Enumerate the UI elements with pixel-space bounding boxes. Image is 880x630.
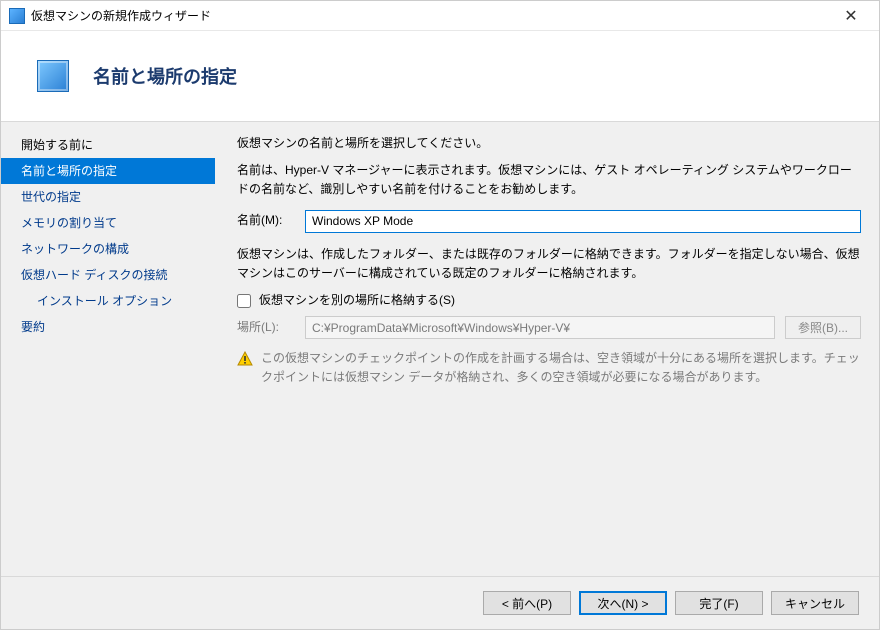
cancel-button[interactable]: キャンセル (771, 591, 859, 615)
sidebar-item-label: ネットワークの構成 (21, 242, 129, 256)
name-input[interactable] (305, 210, 861, 233)
warning-text: この仮想マシンのチェックポイントの作成を計画する場合は、空き領域が十分にある場所… (261, 349, 861, 387)
sidebar-item-label: 名前と場所の指定 (21, 164, 117, 178)
name-description: 名前は、Hyper-V マネージャーに表示されます。仮想マシンには、ゲスト オペ… (237, 161, 861, 199)
button-label: < 前へ(P) (502, 597, 552, 611)
sidebar-item-before-begin[interactable]: 開始する前に (1, 132, 215, 158)
close-icon: ✕ (844, 6, 857, 26)
sidebar-item-install-options[interactable]: インストール オプション (1, 288, 215, 314)
back-button[interactable]: < 前へ(P) (483, 591, 571, 615)
sidebar-item-label: 世代の指定 (21, 190, 81, 204)
store-elsewhere-checkbox[interactable] (237, 294, 251, 308)
sidebar-item-label: 開始する前に (21, 138, 93, 152)
browse-button: 参照(B)... (785, 316, 861, 339)
sidebar-item-label: メモリの割り当て (21, 216, 117, 230)
sidebar-item-label: 仮想ハード ディスクの接続 (21, 268, 168, 282)
sidebar-item-generation[interactable]: 世代の指定 (1, 184, 215, 210)
browse-label: 参照(B)... (798, 321, 848, 335)
next-button[interactable]: 次へ(N) > (579, 591, 667, 615)
warning-row: この仮想マシンのチェックポイントの作成を計画する場合は、空き領域が十分にある場所… (237, 349, 861, 387)
location-row: 場所(L): 参照(B)... (237, 316, 861, 339)
wizard-sidebar: 開始する前に 名前と場所の指定 世代の指定 メモリの割り当て ネットワークの構成… (1, 122, 215, 576)
titlebar: 仮想マシンの新規作成ウィザード ✕ (1, 1, 879, 31)
page-title: 名前と場所の指定 (93, 63, 237, 89)
sidebar-item-network[interactable]: ネットワークの構成 (1, 236, 215, 262)
window-title: 仮想マシンの新規作成ウィザード (31, 7, 831, 24)
wizard-icon (37, 60, 69, 92)
wizard-footer: < 前へ(P) 次へ(N) > 完了(F) キャンセル (1, 577, 879, 629)
location-label: 場所(L): (237, 318, 295, 337)
finish-button[interactable]: 完了(F) (675, 591, 763, 615)
sidebar-item-label: インストール オプション (37, 294, 172, 308)
sidebar-item-label: 要約 (21, 320, 45, 334)
main-area: 開始する前に 名前と場所の指定 世代の指定 メモリの割り当て ネットワークの構成… (1, 121, 879, 577)
sidebar-item-memory[interactable]: メモリの割り当て (1, 210, 215, 236)
sidebar-item-summary[interactable]: 要約 (1, 314, 215, 340)
warning-icon (237, 351, 253, 367)
intro-text: 仮想マシンの名前と場所を選択してください。 (237, 134, 861, 153)
header-banner: 名前と場所の指定 (1, 31, 879, 121)
name-row: 名前(M): (237, 210, 861, 233)
content-pane: 仮想マシンの名前と場所を選択してください。 名前は、Hyper-V マネージャー… (215, 122, 879, 576)
button-label: キャンセル (785, 597, 845, 611)
close-button[interactable]: ✕ (831, 2, 871, 30)
location-description: 仮想マシンは、作成したフォルダー、または既存のフォルダーに格納できます。フォルダ… (237, 245, 861, 283)
sidebar-item-vhd[interactable]: 仮想ハード ディスクの接続 (1, 262, 215, 288)
button-label: 次へ(N) > (597, 597, 648, 611)
button-label: 完了(F) (699, 597, 738, 611)
sidebar-item-name-location[interactable]: 名前と場所の指定 (1, 158, 215, 184)
name-label: 名前(M): (237, 211, 295, 230)
store-elsewhere-label[interactable]: 仮想マシンを別の場所に格納する(S) (259, 291, 455, 310)
store-elsewhere-row: 仮想マシンを別の場所に格納する(S) (237, 291, 861, 310)
app-icon (9, 8, 25, 24)
location-input (305, 316, 775, 339)
